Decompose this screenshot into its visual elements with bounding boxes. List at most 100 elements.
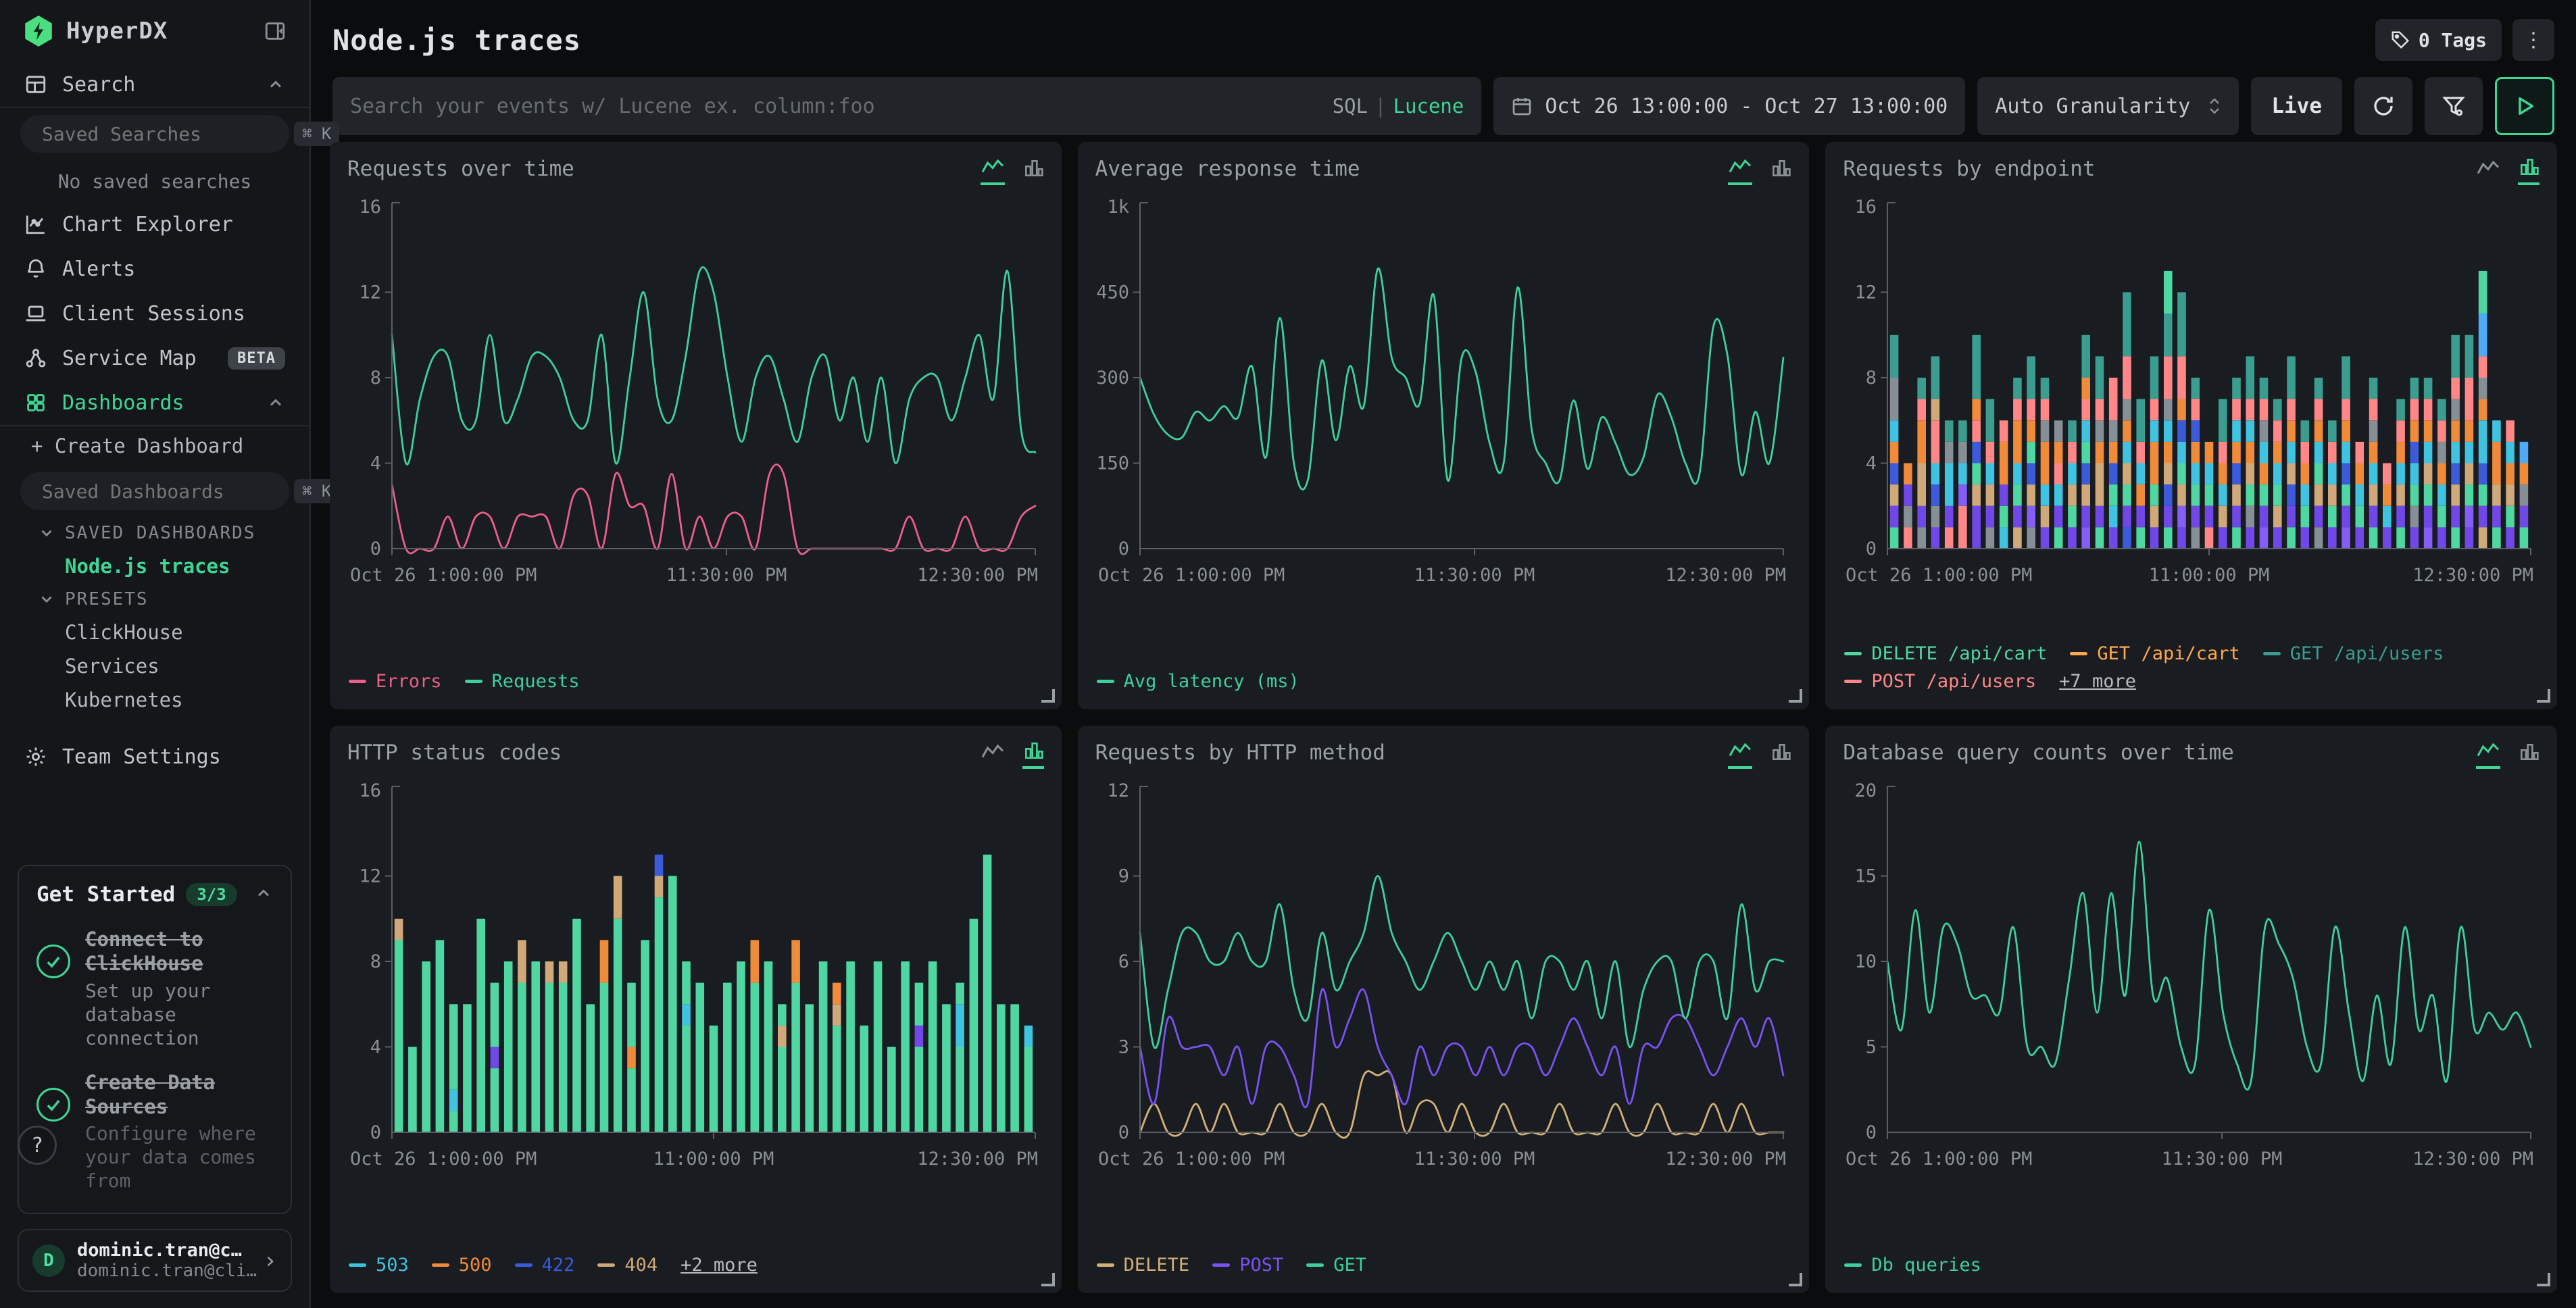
chart-plot[interactable]: 036912Oct 26 1:00:00 PM11:30:00 PM12:30:…: [1095, 773, 1792, 1194]
main-content: Node.js traces 0 Tags ⋮ SQL|Lucene: [311, 0, 2576, 1308]
date-range-picker[interactable]: Oct 26 13:00:00 - Oct 27 13:00:00: [1493, 77, 1965, 135]
svg-text:11:00:00 PM: 11:00:00 PM: [653, 1149, 774, 1169]
chart-title: Average response time: [1095, 157, 1360, 181]
line-chart-toggle-icon[interactable]: [1728, 157, 1752, 185]
legend-item[interactable]: GET /api/cart: [2070, 643, 2239, 664]
legend-item[interactable]: 422: [515, 1255, 575, 1276]
bar-chart-toggle-icon[interactable]: [1770, 158, 1791, 184]
granularity-select[interactable]: Auto Granularity: [1977, 77, 2239, 135]
event-search-box[interactable]: SQL|Lucene: [332, 77, 1481, 135]
saved-dashboards-input[interactable]: ⌘ K: [20, 472, 289, 510]
section-label: SAVED DASHBOARDS: [65, 523, 255, 543]
legend-item[interactable]: 503: [349, 1255, 409, 1276]
line-chart-toggle-icon[interactable]: [981, 157, 1005, 185]
chart-plot[interactable]: 01503004501kOct 26 1:00:00 PM11:30:00 PM…: [1095, 189, 1792, 611]
legend-swatch: [432, 1263, 449, 1267]
sidebar-item-search[interactable]: Search: [0, 62, 309, 107]
svg-text:16: 16: [359, 197, 381, 218]
legend-item[interactable]: GET /api/users: [2263, 643, 2444, 664]
legend-item[interactable]: POST /api/users: [1844, 671, 2036, 692]
sidebar-item-service-map[interactable]: Service Map BETA: [0, 336, 309, 380]
get-started-item-desc: Set up your database connection: [85, 979, 273, 1050]
sidebar-preset-kubernetes[interactable]: Kubernetes: [0, 683, 309, 717]
legend-swatch: [515, 1263, 532, 1267]
legend-item[interactable]: 500: [432, 1255, 492, 1276]
legend-item[interactable]: Avg latency (ms): [1097, 671, 1299, 692]
get-started-item-datasources[interactable]: Create Data Sources Configure where your…: [36, 1070, 273, 1193]
legend-item[interactable]: GET: [1306, 1255, 1366, 1276]
sidebar-collapse-icon[interactable]: [264, 20, 287, 43]
legend-item[interactable]: Requests: [465, 671, 580, 692]
chart-canvas: 0481216Oct 26 1:00:00 PM11:00:00 PM12:30…: [1843, 189, 2537, 611]
legend-item[interactable]: DELETE: [1097, 1255, 1190, 1276]
sidebar-item-dashboards[interactable]: Dashboards: [0, 380, 309, 425]
legend-more-link[interactable]: +2 more: [680, 1255, 758, 1276]
saved-searches-input[interactable]: ⌘ K: [20, 115, 289, 153]
sidebar-dashboard-nodejs-traces[interactable]: Node.js traces: [0, 549, 309, 583]
chart-plot[interactable]: 05101520Oct 26 1:00:00 PM11:30:00 PM12:3…: [1843, 773, 2540, 1194]
sidebar-item-alerts[interactable]: Alerts: [0, 247, 309, 291]
hyperdx-logo-icon: [23, 16, 54, 47]
saved-searches-field[interactable]: [42, 123, 284, 145]
presets-section-toggle[interactable]: PRESETS: [0, 583, 309, 615]
legend-item[interactable]: Errors: [349, 671, 442, 692]
svg-text:15: 15: [1855, 866, 1877, 887]
sidebar-item-client-sessions[interactable]: Client Sessions: [0, 291, 309, 336]
saved-dashboards-section-toggle[interactable]: SAVED DASHBOARDS: [0, 517, 309, 549]
bar-chart-toggle-icon[interactable]: [1022, 158, 1044, 184]
bar-chart-toggle-icon[interactable]: [1022, 740, 1044, 769]
legend-item[interactable]: Db queries: [1844, 1255, 1981, 1276]
line-chart-toggle-icon[interactable]: [1728, 740, 1752, 769]
legend-label: DELETE: [1124, 1255, 1190, 1276]
chart-plot[interactable]: 0481216Oct 26 1:00:00 PM11:00:00 PM12:30…: [347, 773, 1044, 1194]
more-options-button[interactable]: ⋮: [2512, 19, 2554, 61]
tags-button[interactable]: 0 Tags: [2375, 19, 2502, 61]
svg-text:8: 8: [370, 368, 381, 388]
sidebar-item-chart-explorer[interactable]: Chart Explorer: [0, 202, 309, 247]
legend-item[interactable]: DELETE /api/cart: [1844, 643, 2047, 664]
refresh-button[interactable]: [2354, 77, 2412, 135]
legend-swatch: [465, 680, 482, 683]
shortcut-badge: ⌘ K: [294, 122, 339, 146]
create-dashboard-button[interactable]: + Create Dashboard: [0, 426, 309, 466]
help-button[interactable]: ?: [18, 1126, 57, 1165]
user-account-button[interactable]: D dominic.tran@c… dominic.tran@cli… ›: [18, 1229, 292, 1292]
bar-chart-toggle-icon[interactable]: [2518, 157, 2540, 185]
check-circle-icon: [36, 945, 70, 978]
filter-button[interactable]: [2425, 77, 2483, 135]
event-search-input[interactable]: [350, 95, 1333, 118]
chevron-up-icon: [266, 393, 285, 412]
svg-text:150: 150: [1096, 453, 1129, 474]
app-logo-title: HyperDX: [66, 18, 251, 45]
svg-text:300: 300: [1096, 368, 1129, 388]
chart-canvas: 0481216Oct 26 1:00:00 PM11:00:00 PM12:30…: [347, 773, 1042, 1194]
legend-item[interactable]: POST: [1212, 1255, 1283, 1276]
legend-more-link[interactable]: +7 more: [2059, 671, 2136, 692]
svg-text:11:00:00 PM: 11:00:00 PM: [2149, 565, 2270, 586]
lucene-option[interactable]: Lucene: [1393, 95, 1464, 118]
legend-label: GET: [1333, 1255, 1366, 1276]
query-language-toggle[interactable]: SQL|Lucene: [1333, 95, 1464, 118]
chart-legend: 503 500 422 404 +2 more: [347, 1251, 1044, 1278]
saved-dashboards-field[interactable]: [42, 480, 284, 503]
legend-label: POST: [1239, 1255, 1283, 1276]
sidebar-item-team-settings[interactable]: Team Settings: [0, 734, 309, 779]
bar-chart-toggle-icon[interactable]: [1770, 742, 1791, 768]
chart-plot[interactable]: 0481216Oct 26 1:00:00 PM11:30:00 PM12:30…: [347, 189, 1044, 611]
get-started-item-connect[interactable]: Connect to ClickHouse Set up your databa…: [36, 927, 273, 1050]
line-chart-toggle-icon[interactable]: [2476, 158, 2500, 184]
line-chart-toggle-icon[interactable]: [981, 742, 1005, 768]
chevron-up-icon[interactable]: [254, 884, 273, 905]
legend-label: Avg latency (ms): [1124, 671, 1299, 692]
chevron-down-icon: [38, 524, 55, 542]
line-chart-toggle-icon[interactable]: [2476, 740, 2500, 769]
legend-swatch: [349, 1263, 366, 1267]
live-button[interactable]: Live: [2251, 77, 2342, 135]
run-query-button[interactable]: [2495, 77, 2554, 135]
legend-item[interactable]: 404: [597, 1255, 658, 1276]
sidebar-preset-clickhouse[interactable]: ClickHouse: [0, 615, 309, 649]
sidebar-preset-services[interactable]: Services: [0, 649, 309, 683]
sql-option[interactable]: SQL: [1333, 95, 1368, 118]
bar-chart-toggle-icon[interactable]: [2518, 742, 2540, 768]
chart-plot[interactable]: 0481216Oct 26 1:00:00 PM11:00:00 PM12:30…: [1843, 189, 2540, 611]
